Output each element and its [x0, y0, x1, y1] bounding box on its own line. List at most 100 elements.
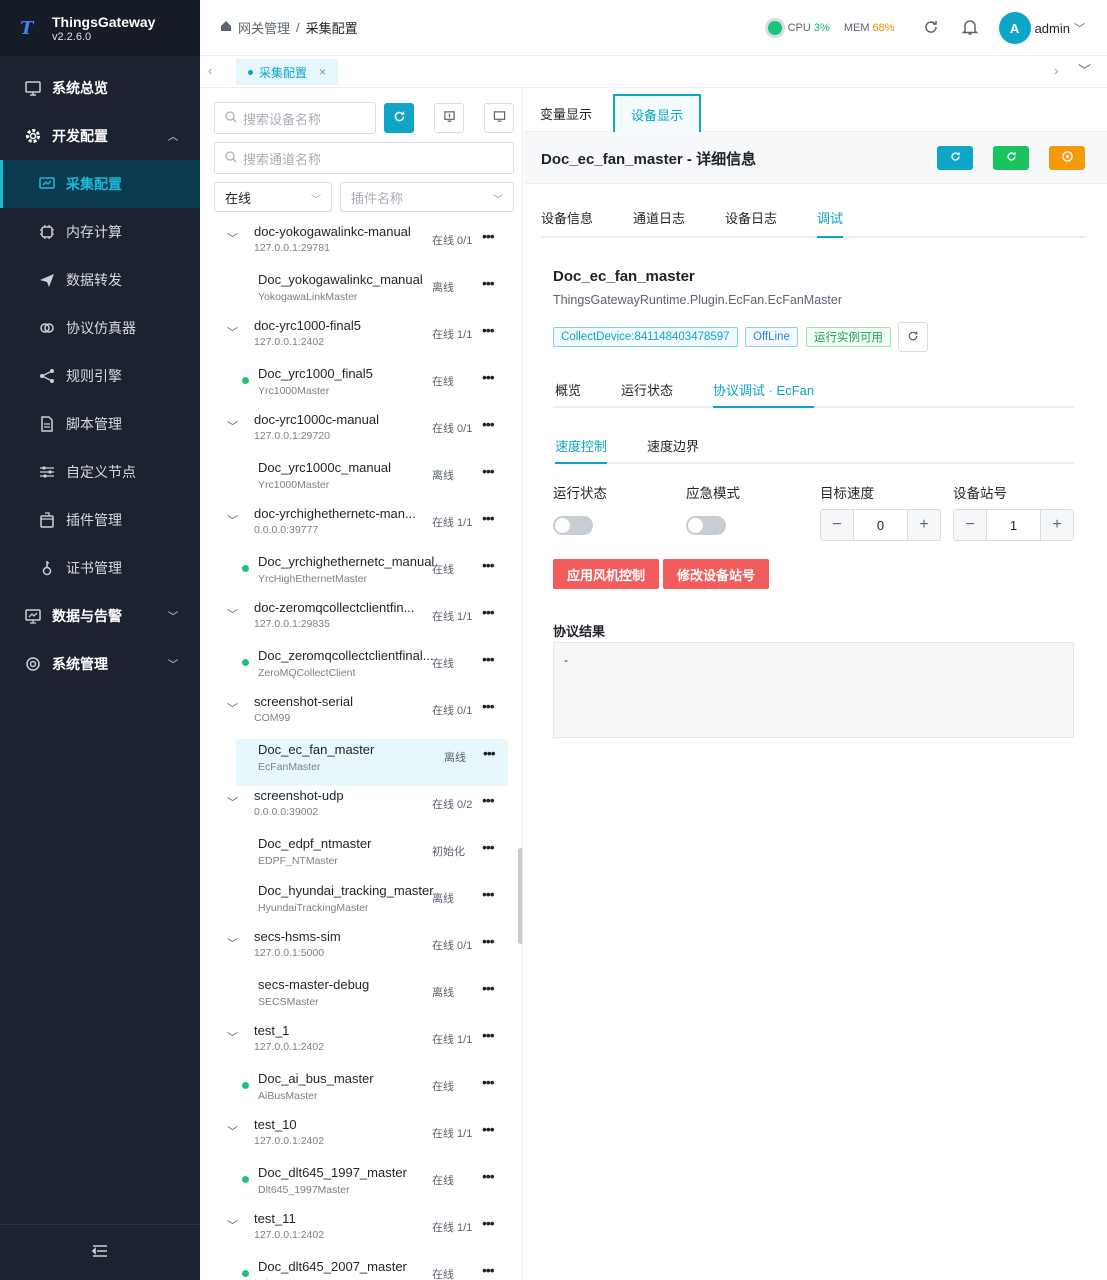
more-icon[interactable]: ••• [482, 463, 495, 479]
chevron-down-icon[interactable]: ﹀ [227, 700, 238, 716]
more-icon[interactable]: ••• [482, 980, 495, 996]
more-icon[interactable]: ••• [482, 322, 495, 338]
channel-group[interactable]: ﹀ screenshot-udp 0.0.0.0:39002 在线 0/2 ••• [200, 786, 516, 833]
refresh-detail-button[interactable] [937, 146, 973, 170]
tab-overview[interactable]: 概览 [555, 380, 581, 408]
close-icon[interactable]: × [319, 65, 326, 79]
search-channel-input[interactable]: 搜索通道名称 [214, 142, 514, 174]
more-icon[interactable]: ••• [482, 416, 495, 432]
refresh-tree-button[interactable] [384, 103, 414, 133]
sidebar-item-simulator[interactable]: 协议仿真器 [0, 304, 200, 352]
restart-button[interactable] [993, 146, 1029, 170]
tab-protocol-debug[interactable]: 协议调试 · EcFan [713, 380, 815, 408]
station-input[interactable]: 1 [986, 510, 1041, 540]
tab-speed-control[interactable]: 速度控制 [555, 436, 608, 464]
sidebar-collapse-button[interactable] [0, 1224, 200, 1280]
chevron-down-icon[interactable]: ﹀ [227, 512, 238, 528]
decrement-button[interactable]: − [821, 510, 853, 540]
target-speed-input[interactable]: 0 [853, 510, 908, 540]
tabs-dropdown-icon[interactable]: ﹀ [1078, 60, 1091, 79]
tabs-scroll-left-icon[interactable]: ‹ [208, 63, 212, 78]
sidebar-item-rule-engine[interactable]: 规则引擎 [0, 352, 200, 400]
reload-instance-button[interactable] [898, 322, 928, 352]
more-icon[interactable]: ••• [482, 933, 495, 949]
more-icon[interactable]: ••• [482, 1262, 495, 1278]
more-icon[interactable]: ••• [482, 369, 495, 385]
sidebar-item-system-manage[interactable]: 系统管理 ﹀ [0, 640, 200, 688]
more-icon[interactable]: ••• [482, 792, 495, 808]
tab-device-log[interactable]: 设备日志 [725, 208, 777, 238]
chevron-down-icon[interactable]: ﹀ [227, 1123, 238, 1139]
tab-channel-log[interactable]: 通道日志 [633, 208, 685, 238]
sidebar-item-custom-node[interactable]: 自定义节点 [0, 448, 200, 496]
tree-scrollbar[interactable] [518, 848, 522, 944]
import-button[interactable] [434, 103, 464, 133]
bell-icon[interactable] [961, 18, 979, 39]
sidebar-item-collect-config[interactable]: 采集配置 [0, 160, 200, 208]
more-icon[interactable]: ••• [482, 839, 495, 855]
device-item[interactable]: Doc_edpf_ntmaster EDPF_NTMaster 初始化 ••• [200, 833, 516, 880]
chevron-down-icon[interactable]: ﹀ [227, 1029, 238, 1045]
tab-variable-view[interactable]: 变量显示 [524, 94, 608, 132]
channel-group[interactable]: ﹀ test_1 127.0.0.1:2402 在线 1/1 ••• [200, 1021, 516, 1068]
chevron-down-icon[interactable]: ﹀ [227, 230, 238, 246]
tab-device-view[interactable]: 设备显示 [613, 94, 702, 132]
tabs-scroll-right-icon[interactable]: › [1054, 63, 1058, 78]
sidebar-item-overview[interactable]: 系统总览 [0, 64, 200, 112]
more-icon[interactable]: ••• [482, 1027, 495, 1043]
decrement-button[interactable]: − [954, 510, 986, 540]
refresh-icon[interactable] [923, 19, 939, 38]
modify-station-button[interactable]: 修改设备站号 [663, 559, 770, 589]
increment-button[interactable]: + [1041, 510, 1073, 540]
status-filter-select[interactable]: 在线 ﹀ [214, 182, 332, 212]
emergency-toggle[interactable] [686, 516, 726, 535]
channel-group[interactable]: ﹀ secs-hsms-sim 127.0.0.1:5000 在线 0/1 ••• [200, 927, 516, 974]
device-item[interactable]: secs-master-debug SECSMaster 离线 ••• [200, 974, 516, 1021]
device-item[interactable]: Doc_zeromqcollectclientfinal... ZeroMQCol… [200, 645, 516, 692]
chevron-down-icon[interactable]: ﹀ [227, 794, 238, 810]
channel-group[interactable]: ﹀ doc-yokogawalinkc-manual 127.0.0.1:29781… [200, 222, 516, 269]
channel-group[interactable]: ﹀ test_10 127.0.0.1:2402 在线 1/1 ••• [200, 1115, 516, 1162]
channel-group[interactable]: ﹀ doc-yrc1000-final5 127.0.0.1:2402 在线 1/1 •… [200, 316, 516, 363]
channel-group[interactable]: ﹀ screenshot-serial COM99 在线 0/1 ••• [200, 692, 516, 739]
user-menu[interactable]: A admin ﹀ [998, 12, 1085, 44]
tab-speed-bounds[interactable]: 速度边界 [647, 436, 699, 464]
tab-device-info[interactable]: 设备信息 [541, 208, 593, 238]
more-icon[interactable]: ••• [482, 557, 495, 573]
sidebar-item-cert-manage[interactable]: 证书管理 [0, 544, 200, 592]
device-item[interactable]: Doc_dlt645_1997_master Dlt645_1997Master 在… [200, 1162, 516, 1209]
more-icon[interactable]: ••• [482, 1074, 495, 1090]
display-button[interactable] [484, 103, 514, 133]
search-device-input[interactable]: 搜索设备名称 [214, 102, 376, 134]
more-icon[interactable]: ••• [482, 510, 495, 526]
more-icon[interactable]: ••• [482, 604, 495, 620]
tab-debug[interactable]: 调试 [817, 208, 844, 238]
more-icon[interactable]: ••• [483, 745, 496, 761]
breadcrumb-item[interactable]: 网关管理 [238, 18, 290, 37]
more-icon[interactable]: ••• [482, 1168, 495, 1184]
apply-fan-control-button[interactable]: 应用风机控制 [553, 559, 660, 589]
pause-button[interactable] [1049, 146, 1085, 170]
tab-run-status[interactable]: 运行状态 [621, 380, 673, 408]
more-icon[interactable]: ••• [482, 651, 495, 667]
device-item[interactable]: Doc_ai_bus_master AiBusMaster 在线 ••• [200, 1068, 516, 1115]
sidebar-item-script-manage[interactable]: 脚本管理 [0, 400, 200, 448]
more-icon[interactable]: ••• [482, 886, 495, 902]
chevron-down-icon[interactable]: ﹀ [227, 324, 238, 340]
more-icon[interactable]: ••• [482, 1215, 495, 1231]
more-icon[interactable]: ••• [482, 698, 495, 714]
channel-group[interactable]: ﹀ doc-yrc1000c-manual 127.0.0.1:29720 在线 0/… [200, 410, 516, 457]
sidebar-item-memory-compute[interactable]: 内存计算 [0, 208, 200, 256]
chevron-down-icon[interactable]: ﹀ [227, 935, 238, 951]
increment-button[interactable]: + [908, 510, 940, 540]
tab-collect-config[interactable]: 采集配置 × [236, 59, 339, 85]
more-icon[interactable]: ••• [482, 1121, 495, 1137]
sidebar-item-data-forward[interactable]: 数据转发 [0, 256, 200, 304]
device-item[interactable]: Doc_dlt645_2007_masterDlt645_2007Master在… [200, 1256, 516, 1280]
device-item[interactable]: Doc_yrc1000_final5 Yrc1000Master 在线 ••• [200, 363, 516, 410]
device-item[interactable]: Doc_yrc1000c_manual Yrc1000Master 离线 ••• [200, 457, 516, 504]
channel-group[interactable]: ﹀ test_11 127.0.0.1:2402 在线 1/1 ••• [200, 1209, 516, 1256]
sidebar-item-data-alarm[interactable]: 数据与告警 ﹀ [0, 592, 200, 640]
chevron-down-icon[interactable]: ﹀ [227, 1217, 238, 1233]
device-item[interactable]: Doc_yrchighethernetc_manual YrcHighEthern… [200, 551, 516, 598]
